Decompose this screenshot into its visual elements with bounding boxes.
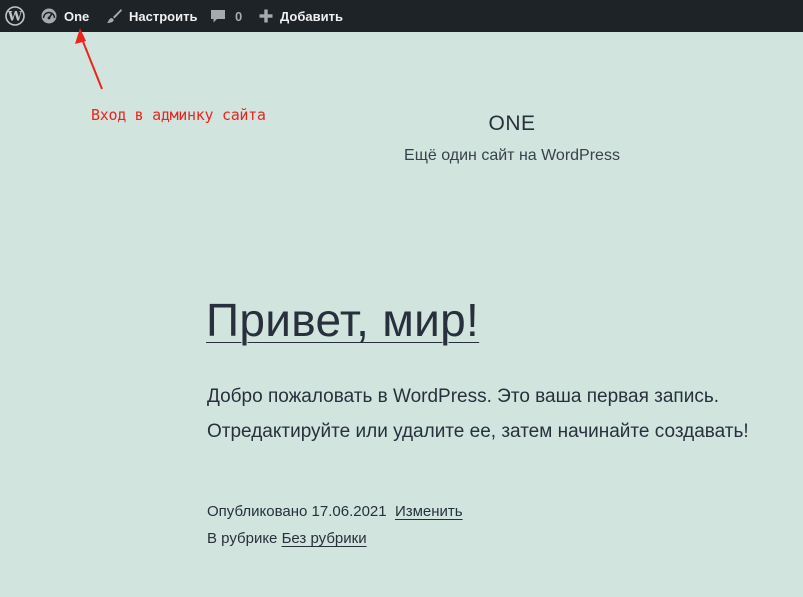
admin-bar: W One Настроить 0 Добавить [0, 0, 803, 32]
brush-icon [105, 7, 123, 25]
dashboard-icon [40, 7, 58, 25]
category-prefix: В рубрике [207, 530, 278, 547]
customize-label: Настроить [129, 8, 198, 24]
post-published-meta: Опубликовано 17.06.2021 Изменить [207, 503, 463, 520]
add-new-link[interactable]: Добавить [258, 0, 343, 32]
comments-link[interactable]: 0 [209, 0, 242, 32]
add-new-label: Добавить [280, 8, 343, 24]
post-category-meta: В рубрике Без рубрики [207, 530, 367, 547]
site-name-label: One [64, 8, 90, 24]
site-description: Ещё один сайт на WordPress [404, 147, 620, 164]
category-link[interactable]: Без рубрики [282, 530, 367, 547]
published-prefix: Опубликовано [207, 503, 308, 520]
plus-icon [258, 8, 274, 24]
wordpress-logo-button[interactable]: W [3, 0, 27, 32]
edit-post-link[interactable]: Изменить [395, 503, 463, 520]
comments-count: 0 [235, 8, 243, 24]
post-title-link[interactable]: Привет, мир! [206, 293, 479, 347]
wordpress-icon: W [5, 6, 25, 26]
site-title[interactable]: ONE [0, 112, 803, 136]
comment-icon [209, 7, 227, 25]
post-body-line-1: Добро пожаловать в WordPress. Это ваша п… [207, 386, 720, 407]
post-body-line-2: Отредактируйте или удалите ее, затем нач… [207, 421, 749, 442]
site-name-link[interactable]: One [40, 0, 89, 32]
customize-link[interactable]: Настроить [105, 0, 197, 32]
published-date: 17.06.2021 [311, 503, 387, 520]
svg-text:W: W [7, 10, 23, 25]
